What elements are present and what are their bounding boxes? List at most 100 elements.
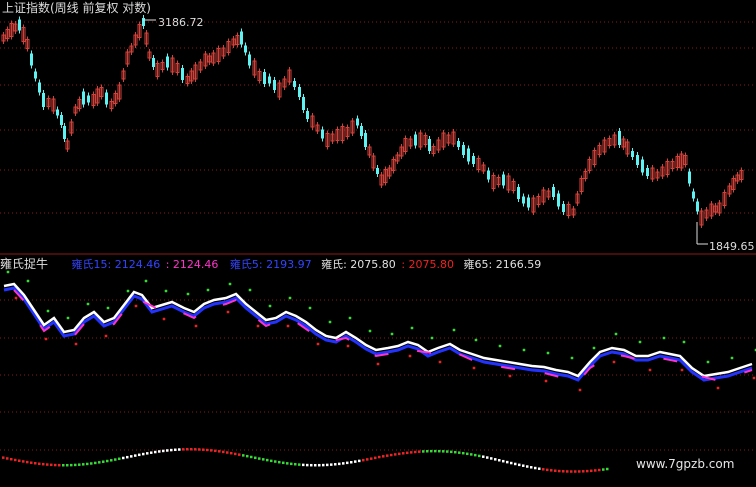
- indicator-green-dot: [614, 332, 618, 336]
- indicator-green-dot: [522, 348, 526, 352]
- candle-body: [364, 133, 367, 147]
- bottom-dot: [510, 461, 513, 465]
- bottom-dot: [102, 460, 105, 463]
- bottom-dot: [490, 457, 493, 460]
- bottom-dot: [62, 463, 65, 467]
- indicator-green-dot: [248, 288, 252, 292]
- bottom-dot: [446, 450, 449, 453]
- bottom-dot: [70, 463, 73, 467]
- bottom-dot: [514, 462, 517, 466]
- bottom-dot: [382, 455, 385, 458]
- bottom-dot: [214, 449, 217, 453]
- bottom-dot: [154, 450, 157, 454]
- indicator-red-dot: [14, 296, 18, 300]
- indicator-white-line: [3, 282, 753, 378]
- bottom-dot: [138, 453, 141, 457]
- candle-body: [428, 139, 431, 151]
- indicator-green-dot: [430, 336, 434, 340]
- candle-body: [641, 159, 644, 173]
- bottom-dot: [486, 456, 489, 459]
- indicator-green-dot: [474, 338, 478, 342]
- bottom-dot: [178, 448, 181, 451]
- bottom-dot: [574, 470, 577, 473]
- indicator-red-dot: [648, 368, 652, 372]
- indicator-red-dot: [508, 374, 512, 378]
- bottom-dot: [306, 463, 309, 467]
- bottom-dot: [190, 448, 193, 451]
- candle-body: [646, 168, 649, 176]
- bottom-dot: [310, 463, 313, 467]
- bottom-dot: [82, 463, 85, 466]
- bottom-dot: [318, 463, 321, 467]
- candle-body: [356, 118, 359, 126]
- bottom-dot: [502, 459, 505, 463]
- bottom-dot: [566, 470, 569, 473]
- indicator-line4-label: 雍氏: 2075.80: [321, 258, 396, 271]
- candle-body: [692, 191, 695, 199]
- candle-body: [298, 87, 301, 97]
- bottom-dot: [402, 452, 405, 455]
- bottom-dot: [98, 461, 101, 464]
- stock-chart-canvas[interactable]: [0, 0, 756, 487]
- bottom-dot: [474, 453, 477, 457]
- candle-body: [263, 72, 266, 84]
- bottom-dot: [30, 461, 33, 464]
- bottom-dot: [390, 453, 393, 457]
- bottom-dot: [458, 451, 461, 454]
- bottom-dot: [538, 467, 541, 470]
- bottom-dot: [22, 460, 25, 463]
- bottom-dot: [146, 452, 149, 455]
- bottom-dot: [530, 466, 533, 469]
- bottom-dot: [246, 454, 249, 458]
- bottom-dot: [462, 451, 465, 455]
- bottom-dot: [470, 453, 473, 456]
- bottom-dot: [238, 453, 241, 456]
- bottom-dot: [74, 463, 77, 467]
- indicator-red-dot: [752, 376, 756, 380]
- bottom-dot: [338, 462, 341, 466]
- bottom-dot: [430, 449, 433, 453]
- chart-title: 上证指数(周线 前复权 对数): [2, 1, 151, 15]
- indicator-blue-line: [3, 286, 753, 382]
- bottom-dot: [330, 463, 333, 466]
- candle-body: [60, 115, 63, 125]
- candle-body: [30, 53, 33, 66]
- bottom-dot: [130, 455, 133, 458]
- bottom-dot: [78, 463, 81, 466]
- candle-body: [18, 19, 21, 31]
- bottom-dot: [118, 457, 121, 461]
- candle-body: [273, 80, 276, 90]
- indicator-red-dot: [612, 360, 616, 364]
- bottom-dot: [126, 455, 129, 459]
- indicator-red-dot: [438, 360, 442, 364]
- indicator-red-dot: [74, 342, 78, 346]
- bottom-dot: [506, 460, 509, 464]
- candle-body: [105, 92, 108, 105]
- indicator-red-dot: [544, 379, 548, 383]
- bottom-dot: [282, 461, 285, 465]
- bottom-dot: [58, 463, 61, 467]
- bottom-dot: [42, 462, 45, 466]
- indicator-red-dot: [716, 386, 720, 390]
- indicator-green-dot: [288, 296, 292, 300]
- bottom-dot: [290, 462, 293, 466]
- bottom-dot: [426, 450, 429, 453]
- bottom-dot: [2, 456, 5, 459]
- bottom-dot: [250, 455, 253, 459]
- indicator-red-dot: [256, 324, 260, 328]
- bottom-dot: [26, 460, 29, 464]
- candle-body: [462, 145, 465, 155]
- bottom-dot: [558, 469, 561, 473]
- candle-body: [152, 58, 155, 67]
- bottom-dot: [422, 450, 425, 453]
- bottom-dot: [278, 460, 281, 464]
- bottom-dot: [542, 468, 545, 471]
- bottom-dot: [226, 451, 229, 454]
- candle-body: [38, 82, 41, 93]
- bottom-dot: [410, 451, 413, 454]
- indicator-green-dot: [26, 279, 30, 283]
- candle-body: [618, 131, 621, 145]
- bottom-dot: [602, 468, 605, 471]
- bottom-dot: [54, 463, 57, 467]
- bottom-dot: [354, 460, 357, 463]
